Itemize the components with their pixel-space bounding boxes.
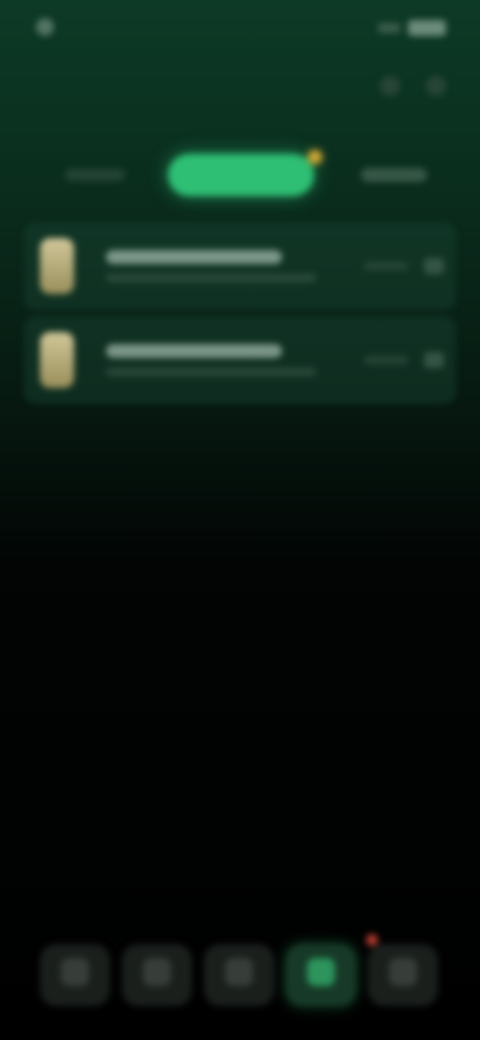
search-icon[interactable] [380,76,400,96]
item-action-icon[interactable] [424,352,444,368]
nav-profile[interactable] [368,944,438,1006]
item-thumbnail [40,238,74,294]
bottom-nav [28,930,452,1020]
tab-1[interactable] [30,154,160,196]
item-thumbnail [40,332,74,388]
tab-bar [20,150,460,200]
tab-3[interactable] [334,154,454,196]
nav-home[interactable] [40,944,110,1006]
nav-explore[interactable] [122,944,192,1006]
play-icon [225,958,253,986]
item-title [106,250,282,264]
tab-badge [308,150,322,164]
tab-1-label [65,169,125,181]
list-item[interactable] [24,222,456,310]
more-icon[interactable] [426,76,446,96]
item-action-icon[interactable] [424,258,444,274]
item-meta [364,356,408,364]
item-list [24,222,456,410]
item-meta [364,262,408,270]
home-icon [61,958,89,986]
battery-icon [408,20,446,36]
header [34,70,446,110]
library-icon [307,958,335,986]
nav-library[interactable] [286,944,356,1006]
item-subtitle [106,274,316,282]
status-left [36,18,64,36]
item-subtitle [106,368,316,376]
app-indicator-icon [36,18,54,36]
nav-badge [366,934,378,946]
tab-2[interactable] [168,154,314,196]
header-actions [380,76,446,96]
explore-icon [143,958,171,986]
item-title [106,344,282,358]
signal-icon [378,23,400,33]
status-bar [0,0,480,60]
nav-play[interactable] [204,944,274,1006]
status-right [378,20,446,36]
tab-3-label [361,168,427,182]
list-item[interactable] [24,316,456,404]
profile-icon [389,958,417,986]
